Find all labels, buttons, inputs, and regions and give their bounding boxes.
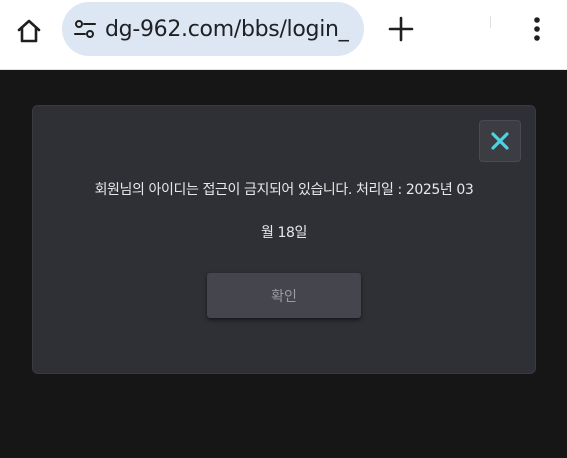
url-text: dg-962.com/bbs/login_ <box>105 16 350 42</box>
dialog-message-line-2: 월 18일 <box>260 225 308 241</box>
confirm-button[interactable]: 확인 <box>207 273 361 318</box>
home-button[interactable] <box>12 14 46 48</box>
close-icon <box>491 132 509 150</box>
plus-icon <box>388 16 414 42</box>
alert-dialog: 회원님의 아이디는 접근이 금지되어 있습니다. 처리일 : 2025년 03 … <box>32 105 536 374</box>
toolbar-divider <box>490 16 491 28</box>
tune-icon[interactable] <box>72 16 98 42</box>
home-icon <box>17 19 41 43</box>
new-tab-button[interactable] <box>384 12 418 46</box>
close-button[interactable] <box>479 120 521 162</box>
dialog-message: 회원님의 아이디는 접근이 금지되어 있습니다. 처리일 : 2025년 03 … <box>53 169 515 255</box>
more-vert-icon <box>534 17 540 41</box>
browser-toolbar: dg-962.com/bbs/login_ <box>0 0 567 70</box>
dialog-message-line-1: 회원님의 아이디는 접근이 금지되어 있습니다. 처리일 : 2025년 03 <box>94 182 474 198</box>
address-bar[interactable]: dg-962.com/bbs/login_ <box>62 2 364 56</box>
page-content: 회원님의 아이디는 접근이 금지되어 있습니다. 처리일 : 2025년 03 … <box>0 70 567 458</box>
menu-button[interactable] <box>522 12 552 46</box>
